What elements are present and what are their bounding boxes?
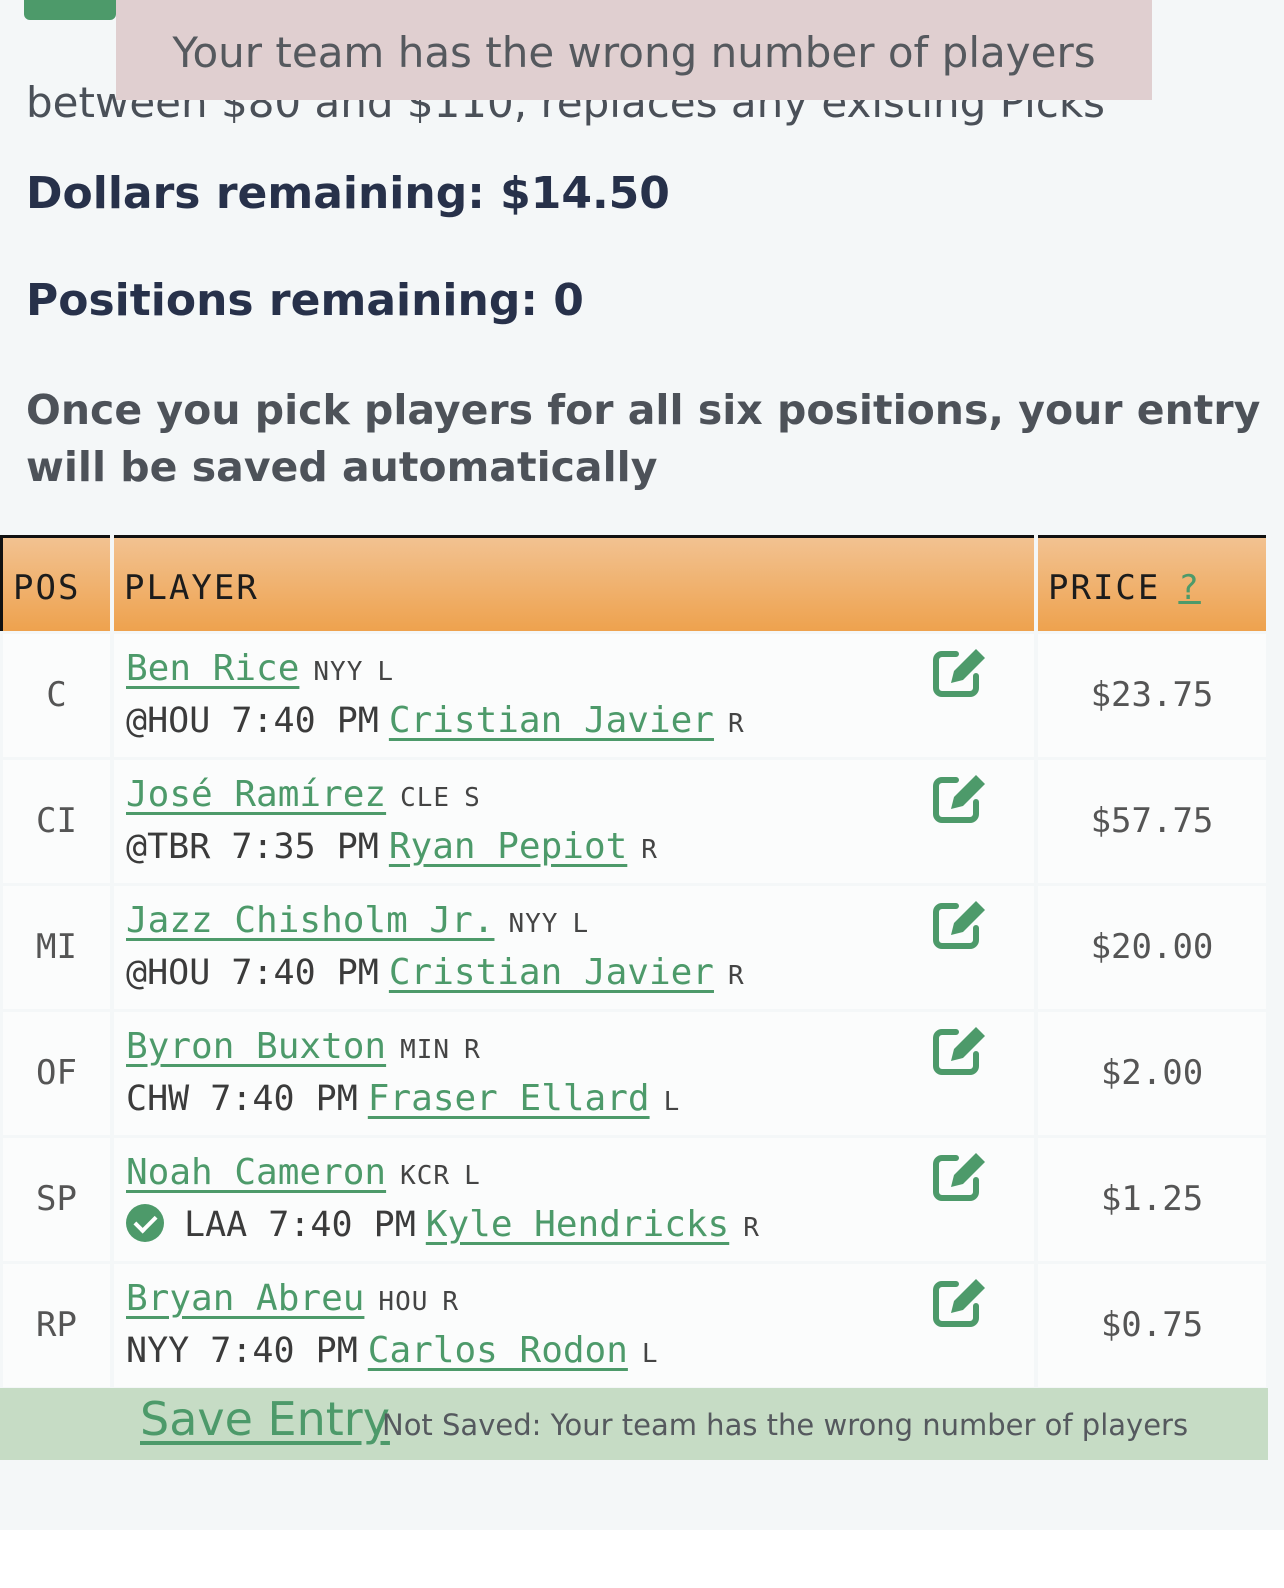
player-link[interactable]: José Ramírez <box>126 774 386 815</box>
check-circle-icon <box>126 1204 164 1242</box>
player-team: NYY <box>313 657 364 687</box>
game-info: LAA 7:40 PM <box>184 1205 416 1245</box>
player-hand: L <box>572 909 590 939</box>
opponent-pitcher-link[interactable]: Carlos Rodon <box>368 1330 628 1371</box>
table-row: MI Jazz Chisholm Jr. NYY L @HOU 7:40 PM Crist… <box>0 886 1268 1012</box>
player-hand: L <box>464 1161 481 1191</box>
position-cell: MI <box>3 886 110 1009</box>
player-link[interactable]: Bryan Abreu <box>126 1278 364 1319</box>
player-hand: R <box>442 1287 460 1317</box>
player-team: HOU <box>378 1287 429 1317</box>
save-bar: Save Entry Not Saved: Your team has the … <box>0 1388 1268 1460</box>
player-team: NYY <box>508 909 559 939</box>
game-info: @TBR 7:35 PM <box>126 827 379 867</box>
player-hand: S <box>464 783 481 813</box>
price-cell: $23.75 <box>1038 634 1266 757</box>
price-cell: $20.00 <box>1038 886 1266 1009</box>
position-cell: CI <box>3 760 110 883</box>
player-team: CLE <box>400 783 451 813</box>
player-hand: L <box>377 657 395 687</box>
table-row: SP Noah Cameron KCR L LAA 7:40 PM Kyle Hendri… <box>0 1138 1268 1264</box>
player-cell: Bryan Abreu HOU R NYY 7:40 PM Carlos Rodon L <box>114 1264 1034 1387</box>
header-price-label: PRICE <box>1048 568 1161 608</box>
price-cell: $2.00 <box>1038 1012 1266 1135</box>
player-link[interactable]: Byron Buxton <box>126 1026 386 1067</box>
edit-icon[interactable] <box>932 1024 988 1076</box>
price-cell: $1.25 <box>1038 1138 1266 1261</box>
game-info: @HOU 7:40 PM <box>126 953 379 993</box>
player-cell: José Ramírez CLE S @TBR 7:35 PM Ryan Pepiot R <box>114 760 1034 883</box>
table-row: C Ben Rice NYY L @HOU 7:40 PM Cristian Javier… <box>0 634 1268 760</box>
opponent-hand: R <box>641 835 658 865</box>
price-cell: $0.75 <box>1038 1264 1266 1387</box>
opponent-pitcher-link[interactable]: Cristian Javier <box>389 952 714 993</box>
player-team: KCR <box>400 1161 451 1191</box>
player-cell: Noah Cameron KCR L LAA 7:40 PM Kyle Hendrick… <box>114 1138 1034 1261</box>
opponent-pitcher-link[interactable]: Ryan Pepiot <box>389 826 627 867</box>
opponent-hand: L <box>663 1087 681 1117</box>
table-row: CI José Ramírez CLE S @TBR 7:35 PM Ryan Pepio… <box>0 760 1268 886</box>
save-entry-button[interactable]: Save Entry <box>140 1392 390 1446</box>
opponent-hand: R <box>727 709 745 739</box>
table-row: RP Bryan Abreu HOU R NYY 7:40 PM Carlos Rodon… <box>0 1264 1268 1390</box>
opponent-pitcher-link[interactable]: Kyle Hendricks <box>426 1204 729 1245</box>
position-cell: C <box>3 634 110 757</box>
game-info: @HOU 7:40 PM <box>126 701 379 741</box>
instructions-text: Once you pick players for all six positi… <box>26 386 1261 491</box>
position-cell: RP <box>3 1264 110 1387</box>
opponent-pitcher-link[interactable]: Fraser Ellard <box>368 1078 650 1119</box>
header-pos: POS <box>0 535 110 631</box>
player-cell: Byron Buxton MIN R CHW 7:40 PM Fraser Ellard… <box>114 1012 1034 1135</box>
opponent-hand: R <box>743 1213 760 1243</box>
opponent-hand: R <box>727 961 745 991</box>
positions-remaining: Positions remaining: 0 <box>26 275 584 326</box>
player-link[interactable]: Jazz Chisholm Jr. <box>126 900 494 941</box>
save-status: Not Saved: Your team has the wrong numbe… <box>382 1408 1189 1442</box>
header-price: PRICE? <box>1038 535 1266 631</box>
price-help-link[interactable]: ? <box>1178 568 1200 608</box>
error-toast: Your team has the wrong number of player… <box>116 0 1152 100</box>
opponent-pitcher-link[interactable]: Cristian Javier <box>389 700 714 741</box>
game-info: NYY 7:40 PM <box>126 1331 358 1371</box>
player-cell: Jazz Chisholm Jr. NYY L @HOU 7:40 PM Cristia… <box>114 886 1034 1009</box>
table-row: OF Byron Buxton MIN R CHW 7:40 PM Fraser Ella… <box>0 1012 1268 1138</box>
edit-icon[interactable] <box>932 646 988 698</box>
player-team: MIN <box>400 1035 451 1065</box>
position-cell: SP <box>3 1138 110 1261</box>
green-tab-button[interactable] <box>24 0 116 20</box>
game-info: CHW 7:40 PM <box>126 1079 358 1119</box>
player-cell: Ben Rice NYY L @HOU 7:40 PM Cristian Javier R <box>114 634 1034 757</box>
edit-icon[interactable] <box>932 1276 988 1328</box>
edit-icon[interactable] <box>932 1150 988 1202</box>
player-link[interactable]: Noah Cameron <box>126 1152 386 1193</box>
edit-icon[interactable] <box>932 898 988 950</box>
price-cell: $57.75 <box>1038 760 1266 883</box>
header-player: PLAYER <box>114 535 1034 631</box>
dollars-remaining: Dollars remaining: $14.50 <box>26 168 670 219</box>
position-cell: OF <box>3 1012 110 1135</box>
edit-icon[interactable] <box>932 772 988 824</box>
opponent-hand: L <box>641 1339 659 1369</box>
player-hand: R <box>464 1035 481 1065</box>
player-link[interactable]: Ben Rice <box>126 648 299 689</box>
